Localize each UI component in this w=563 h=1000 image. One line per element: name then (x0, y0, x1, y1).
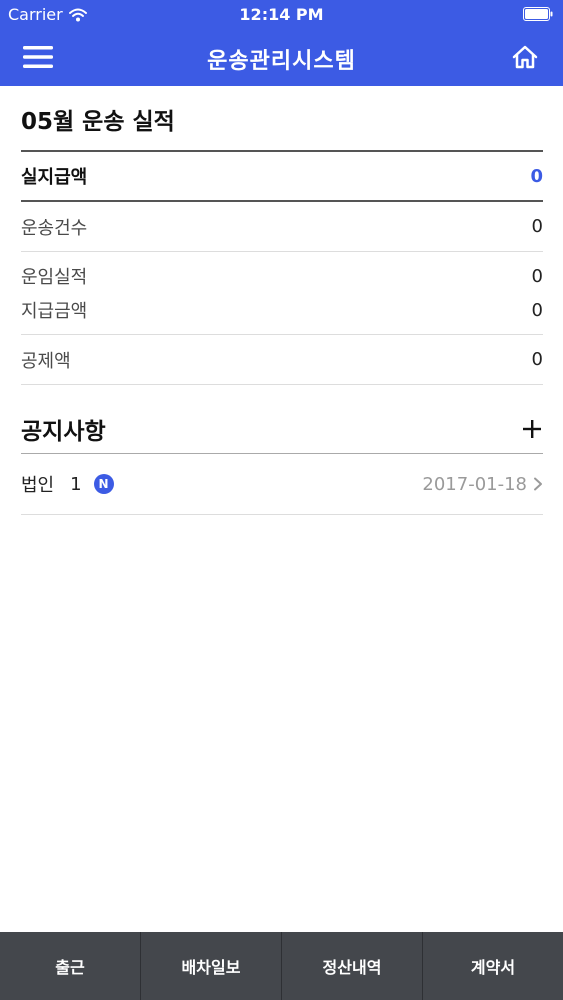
home-icon (512, 45, 538, 69)
summary-group-fare-payment: 운임실적 0 지급금액 0 (21, 252, 543, 334)
summary-row-trip-count: 운송건수 0 (21, 202, 543, 251)
row-label: 운임실적 (21, 267, 88, 288)
row-value: 0 (531, 299, 543, 321)
page-title: 운송관리시스템 (207, 49, 356, 74)
row-value: 0 (530, 165, 543, 187)
notice-item-right: 2017-01-18 (422, 474, 543, 495)
notice-title: 공지사항 (21, 419, 106, 445)
add-notice-button[interactable] (521, 418, 543, 440)
row-label: 운송건수 (21, 217, 88, 239)
tab-contract[interactable]: 계약서 (422, 932, 563, 1000)
status-bar: Carrier 12:14 PM (0, 0, 563, 28)
chevron-right-icon (534, 477, 542, 491)
row-label: 지급금액 (21, 301, 88, 322)
summary-row-payment: 지급금액 0 (21, 298, 543, 323)
notice-count: 1 (70, 473, 82, 495)
row-divider (21, 384, 543, 385)
row-label: 실지급액 (21, 167, 88, 188)
row-label: 공제액 (21, 350, 71, 372)
notice-header: 공지사항 (21, 405, 543, 453)
notice-item-divider (21, 514, 543, 515)
summary-row-net-payment: 실지급액 0 (21, 152, 543, 200)
status-time: 12:14 PM (239, 5, 324, 24)
summary-title: 05월 운송 실적 (21, 109, 175, 135)
bottom-tab-bar: 출근 배차일보 정산내역 계약서 (0, 932, 563, 1000)
plus-icon (523, 420, 541, 438)
tab-dispatch-log[interactable]: 배차일보 (140, 932, 281, 1000)
summary-row-fare: 운임실적 0 (21, 264, 543, 289)
home-button[interactable] (509, 42, 541, 72)
main-content: 05월 운송 실적 실지급액 0 운송건수 0 운임실적 0 지급금액 0 공제… (21, 86, 543, 515)
row-value: 0 (531, 349, 543, 370)
notice-category: 법인 (21, 475, 55, 496)
tab-clock-in[interactable]: 출근 (0, 932, 140, 1000)
battery-icon (523, 7, 553, 21)
notice-item[interactable]: 법인 1 N 2017-01-18 (21, 454, 543, 514)
notice-item-left: 법인 1 N (21, 471, 114, 497)
new-badge: N (93, 474, 114, 494)
summary-row-deduction: 공제액 0 (21, 335, 543, 384)
tab-settlement[interactable]: 정산내역 (281, 932, 422, 1000)
row-value: 0 (531, 216, 543, 237)
app-header: 운송관리시스템 (0, 28, 563, 86)
notice-date: 2017-01-18 (422, 473, 527, 495)
row-value: 0 (531, 265, 543, 287)
